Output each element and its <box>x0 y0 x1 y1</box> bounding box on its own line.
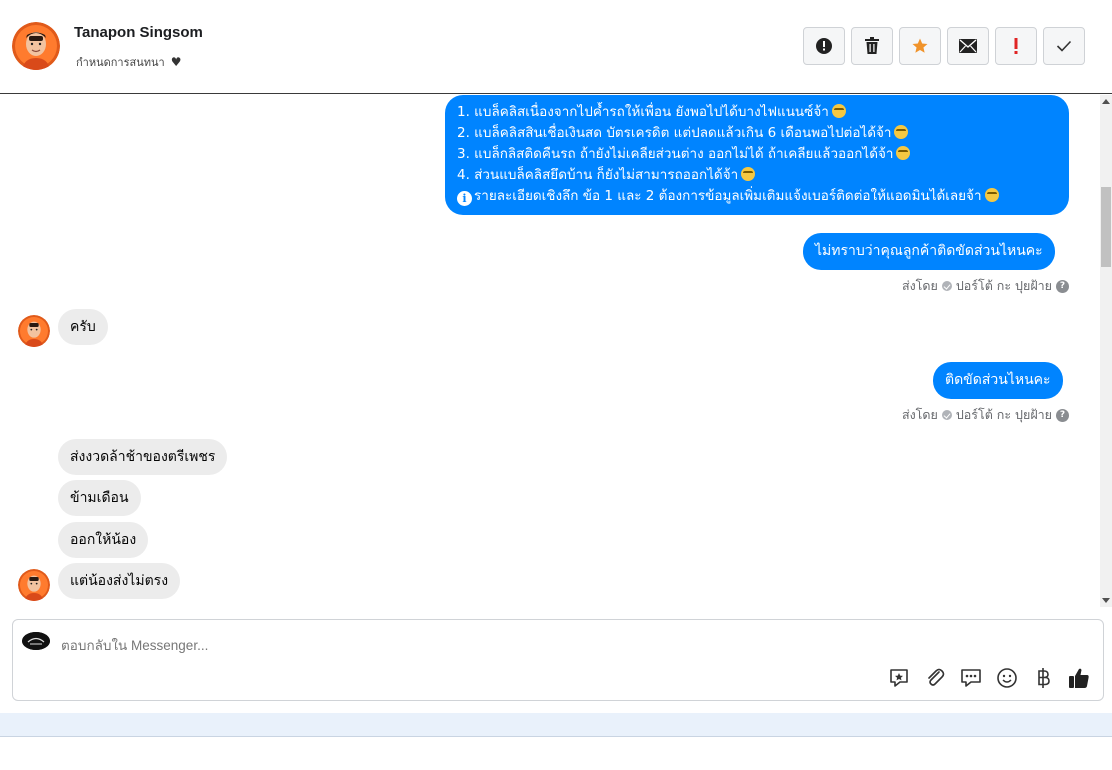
emoji-icon <box>997 668 1017 688</box>
message-bubble-incoming[interactable]: แต่น้องส่งไม่ตรง <box>58 563 181 599</box>
assign-conversation[interactable]: กำหนดการสนทนา ♥ <box>76 53 181 71</box>
delete-button[interactable] <box>851 27 893 65</box>
saved-replies-icon <box>961 669 981 687</box>
attachment-icon <box>928 668 945 686</box>
star-button[interactable] <box>899 27 941 65</box>
baht-payment-icon <box>1038 668 1050 688</box>
scroll-down-arrow-icon[interactable] <box>1102 598 1110 603</box>
heart-icon: ♥ <box>170 55 182 69</box>
trash-icon <box>865 37 879 54</box>
message-bubble-outgoing[interactable]: ติดขัดส่วนไหนคะ <box>933 362 1063 399</box>
star-icon <box>912 38 928 53</box>
sent-by-prefix: ส่งโดย <box>901 407 938 422</box>
mark-important-button[interactable] <box>995 27 1037 65</box>
message-bubble-incoming[interactable]: ออกให้น้อง <box>58 522 149 558</box>
nerd-face-emoji-icon <box>894 125 909 139</box>
message-bubble-outgoing[interactable]: 1. แบล็คลิสเนื่องจากไปค้ำรถให้เพื่อน ยัง… <box>445 95 1069 215</box>
contact-avatar-small[interactable] <box>18 315 50 347</box>
payment-button[interactable] <box>1031 666 1055 690</box>
message-bubble-incoming[interactable]: ข้ามเดือน <box>58 480 141 516</box>
info-emoji-icon: i <box>457 191 472 206</box>
message-bubble-incoming[interactable]: ครับ <box>58 309 108 345</box>
emoji-button[interactable] <box>995 666 1019 690</box>
contact-avatar-small[interactable] <box>18 569 50 601</box>
message-line: 3. แบล็กลิสติดคืนรถ ถ้ายังไม่เคลียส่วนต่… <box>457 146 894 162</box>
thumbs-up-icon <box>1069 668 1089 688</box>
composer-toolbar <box>887 666 1091 690</box>
sticker-button[interactable] <box>887 666 911 690</box>
sticker-icon <box>890 669 908 687</box>
message-thread: 1. แบล็คลิสเนื่องจากไปค้ำรถให้เพื่อน ยัง… <box>0 95 1100 607</box>
envelope-icon <box>959 39 977 53</box>
mark-unread-button[interactable] <box>947 27 989 65</box>
report-spam-button[interactable] <box>803 27 845 65</box>
verified-check-icon <box>941 281 952 291</box>
header-actions <box>803 27 1085 65</box>
contact-avatar[interactable] <box>12 22 60 70</box>
nerd-face-emoji-icon <box>984 188 999 202</box>
assign-conversation-label: กำหนดการสนทนา <box>76 56 165 69</box>
message-bubble-outgoing[interactable]: ไม่ทราบว่าคุณลูกค้าติดขัดส่วนไหนคะ <box>803 233 1055 270</box>
nerd-face-emoji-icon <box>741 167 756 181</box>
alert-circle-icon <box>816 38 832 54</box>
nerd-face-emoji-icon <box>896 146 911 160</box>
verified-check-icon <box>941 410 952 420</box>
mark-done-button[interactable] <box>1043 27 1085 65</box>
like-button[interactable] <box>1067 666 1091 690</box>
sent-by-prefix: ส่งโดย <box>901 278 938 293</box>
scroll-up-arrow-icon[interactable] <box>1102 99 1110 104</box>
message-line: 4. ส่วนแบล็คลิสยึดบ้าน ก็ยังไม่สามารถออก… <box>457 167 739 183</box>
reply-input[interactable]: ตอบกลับใน Messenger... <box>61 634 208 656</box>
contact-name[interactable]: Tanapon Singsom <box>74 24 203 41</box>
message-line: 2. แบล็คลิสสินเชื่อเงินสด บัตรเครดิต แต่… <box>457 125 892 141</box>
thread-scrollbar[interactable] <box>1100 95 1112 607</box>
sent-by-label: ส่งโดย ปอร์โต้ กะ ปุยฝ้าย ? <box>902 276 1069 296</box>
help-icon[interactable]: ? <box>1056 279 1069 293</box>
nerd-face-emoji-icon <box>831 104 846 118</box>
sent-by-label: ส่งโดย ปอร์โต้ กะ ปุยฝ้าย ? <box>902 405 1069 425</box>
message-bubble-incoming[interactable]: ส่งงวดล้าช้าของตรีเพชร <box>58 439 228 475</box>
check-icon <box>1056 40 1072 52</box>
message-line: 1. แบล็คลิสเนื่องจากไปค้ำรถให้เพื่อน ยัง… <box>457 104 829 120</box>
sent-by-agent: ปอร์โต้ กะ ปุยฝ้าย <box>955 407 1052 422</box>
help-icon[interactable]: ? <box>1056 408 1069 422</box>
conversation-header: Tanapon Singsom กำหนดการสนทนา ♥ <box>0 0 1112 94</box>
page-logo-icon <box>22 632 50 650</box>
footer-strip <box>0 713 1112 737</box>
attachment-button[interactable] <box>923 666 947 690</box>
message-line: รายละเอียดเชิงลึก ข้อ 1 และ 2 ต้องการข้อ… <box>474 188 982 204</box>
saved-replies-button[interactable] <box>959 666 983 690</box>
reply-composer[interactable]: ตอบกลับใน Messenger... <box>12 619 1104 701</box>
exclamation-icon <box>1014 38 1018 54</box>
scrollbar-thumb[interactable] <box>1101 187 1111 267</box>
sent-by-agent: ปอร์โต้ กะ ปุยฝ้าย <box>955 278 1052 293</box>
